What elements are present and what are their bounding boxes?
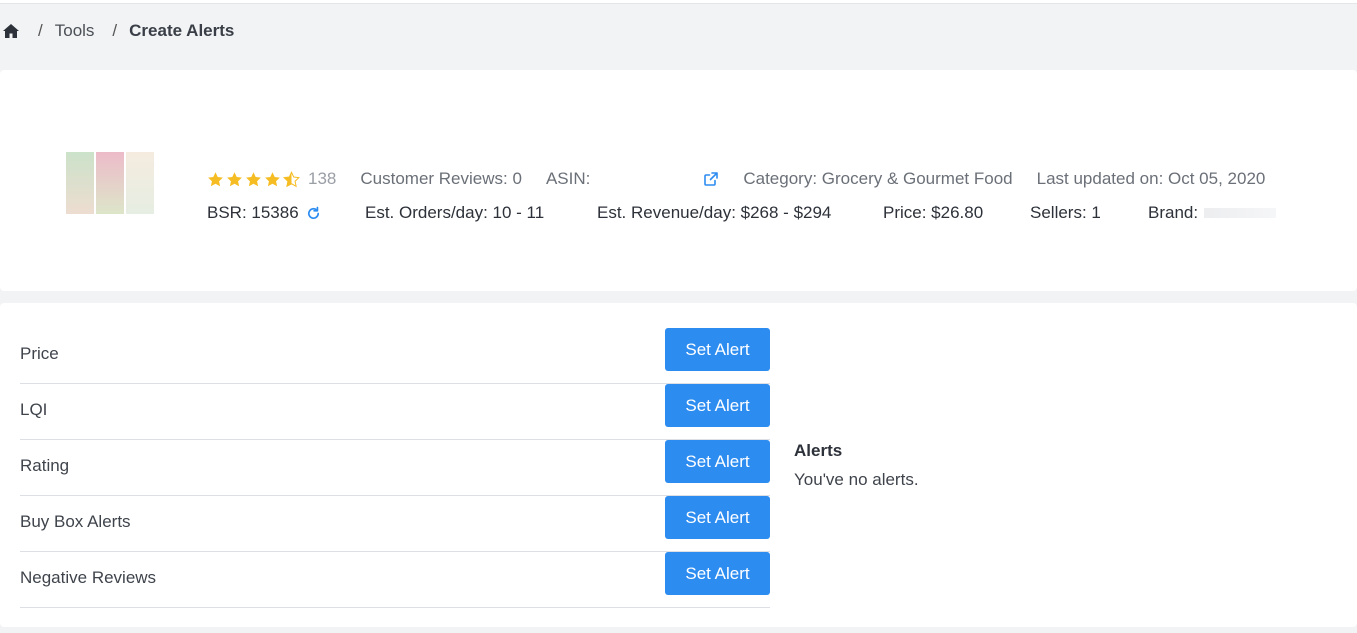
- brand-value-redacted: [1204, 208, 1277, 218]
- bsr-value: BSR: 15386: [207, 203, 299, 222]
- set-alert-buy-box-button[interactable]: Set Alert: [665, 496, 770, 539]
- brand: Brand:: [1148, 202, 1277, 224]
- top-border: [0, 0, 1357, 4]
- alerts-card: Price Set Alert LQI Set Alert Rating Set…: [0, 303, 1357, 627]
- breadcrumb-create-alerts: Create Alerts: [129, 21, 235, 40]
- product-card: 138 Customer Reviews: 0 ASIN: Category: …: [0, 70, 1357, 291]
- alert-row-buy-box: Buy Box Alerts Set Alert: [20, 496, 770, 552]
- star-icon: [208, 171, 223, 186]
- bsr: BSR: 15386: [207, 202, 321, 224]
- external-link-icon[interactable]: [703, 171, 719, 187]
- breadcrumb-separator: /: [38, 21, 43, 40]
- product-thumbnail: [66, 152, 156, 214]
- rating-stars: [207, 170, 302, 188]
- alert-row-price: Price Set Alert: [20, 328, 770, 384]
- product-meta-row: 138 Customer Reviews: 0 ASIN: Category: …: [207, 168, 1265, 190]
- alert-row-lqi: LQI Set Alert: [20, 384, 770, 440]
- set-alert-price-button[interactable]: Set Alert: [665, 328, 770, 371]
- alert-label: Price: [20, 344, 59, 363]
- star-icon: [227, 171, 242, 186]
- alert-row-rating: Rating Set Alert: [20, 440, 770, 496]
- alert-label: Negative Reviews: [20, 568, 157, 587]
- alert-label: Rating: [20, 456, 70, 475]
- alert-row-negative-reviews: Negative Reviews Set Alert: [20, 552, 770, 608]
- customer-reviews: Customer Reviews: 0: [360, 169, 522, 188]
- alert-label: Buy Box Alerts: [20, 512, 131, 531]
- set-alert-negative-reviews-button[interactable]: Set Alert: [665, 552, 770, 595]
- star-icon: [265, 171, 280, 186]
- revenue-per-day: Est. Revenue/day: $268 - $294: [597, 203, 832, 222]
- last-updated: Last updated on: Oct 05, 2020: [1036, 169, 1266, 188]
- breadcrumb-tools[interactable]: Tools: [55, 21, 95, 41]
- alert-label: LQI: [20, 400, 48, 419]
- sellers: Sellers: 1: [1030, 203, 1101, 222]
- breadcrumb: / Tools / Create Alerts: [2, 20, 234, 42]
- star-icon: [246, 171, 261, 186]
- home-icon[interactable]: [2, 22, 20, 40]
- breadcrumb-separator: /: [112, 21, 118, 40]
- asin-label: ASIN:: [545, 169, 591, 188]
- category: Category: Grocery & Gourmet Food: [743, 169, 1013, 188]
- refresh-icon[interactable]: [306, 206, 321, 221]
- set-alert-lqi-button[interactable]: Set Alert: [665, 384, 770, 427]
- price: Price: $26.80: [883, 203, 984, 222]
- orders-per-day: Est. Orders/day: 10 - 11: [365, 203, 545, 222]
- rating-count: 138: [308, 169, 337, 188]
- star-half-icon: [283, 170, 300, 187]
- alerts-empty-message: You've no alerts.: [794, 470, 919, 489]
- alerts-panel-title: Alerts: [794, 441, 843, 460]
- set-alert-rating-button[interactable]: Set Alert: [665, 440, 770, 483]
- brand-label: Brand:: [1148, 203, 1199, 222]
